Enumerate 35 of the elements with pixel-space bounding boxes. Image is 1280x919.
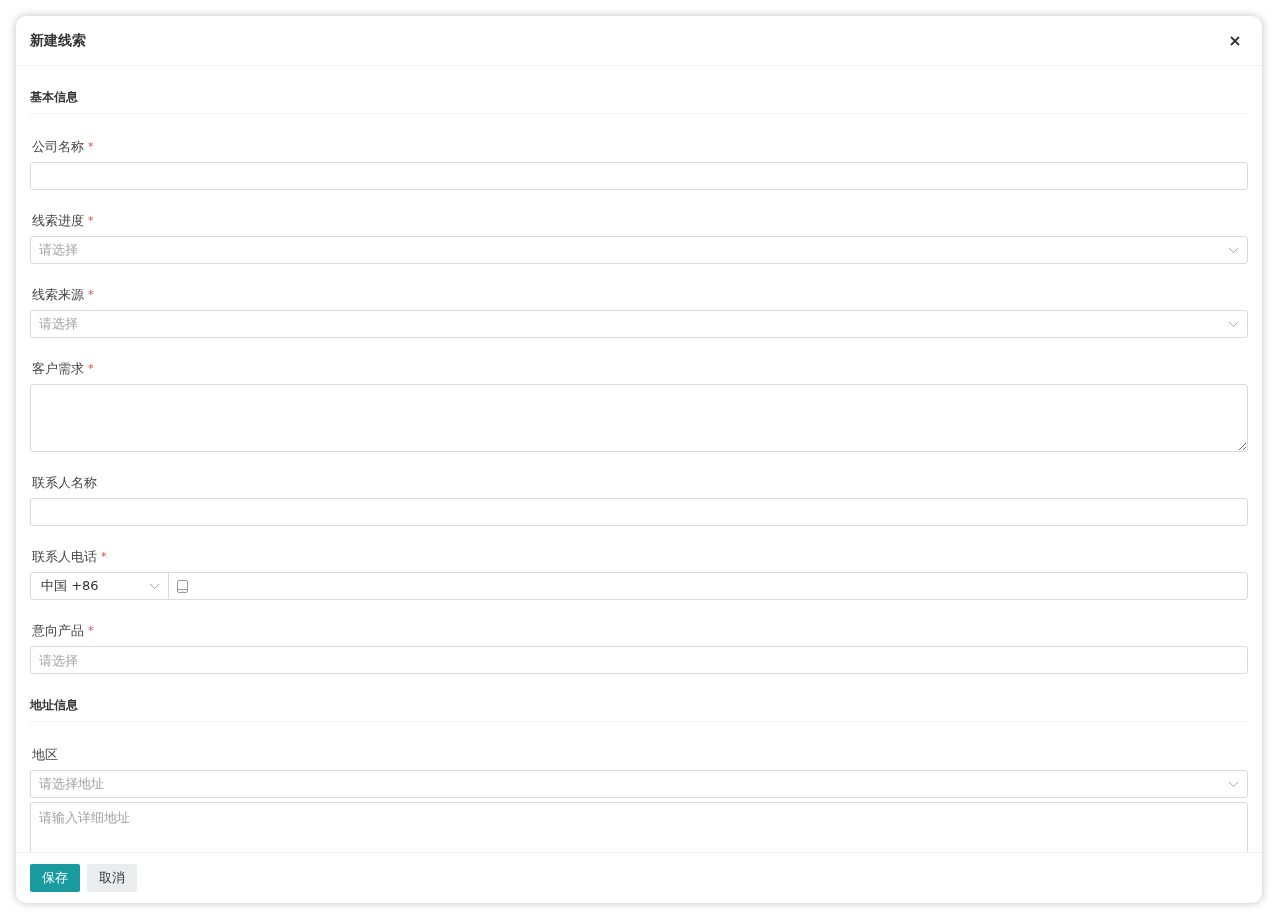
phone-icon xyxy=(177,579,188,593)
text-field[interactable]: 请选择 xyxy=(30,646,1248,674)
text-field[interactable] xyxy=(30,162,1248,190)
field-label: 联系人名称 xyxy=(32,474,97,492)
chevron-down-icon xyxy=(149,582,160,590)
chevron-down-icon xyxy=(1228,780,1239,788)
required-mark: * xyxy=(88,213,94,229)
save-button[interactable]: 保存 xyxy=(30,864,80,892)
field-label: 客户需求 xyxy=(32,360,84,378)
chevron-down-icon xyxy=(1228,320,1239,328)
required-mark: * xyxy=(88,139,94,155)
text-area[interactable] xyxy=(30,384,1248,452)
field-label: 线索进度 xyxy=(32,212,84,230)
cancel-button[interactable]: 取消 xyxy=(87,864,137,892)
close-icon[interactable] xyxy=(1228,33,1242,48)
field-label: 联系人电话 xyxy=(32,548,97,566)
text-area[interactable]: 请输入详细地址 xyxy=(30,802,1248,852)
text-field[interactable] xyxy=(30,498,1248,526)
required-mark: * xyxy=(88,287,94,303)
field-label: 意向产品 xyxy=(32,622,84,640)
field-label: 线索来源 xyxy=(32,286,84,304)
select-field[interactable]: 请选择 xyxy=(30,236,1248,264)
required-mark: * xyxy=(88,623,94,639)
select-field[interactable]: 请选择 xyxy=(30,310,1248,338)
field-label: 公司名称 xyxy=(32,138,84,156)
field-label: 地区 xyxy=(32,746,58,764)
chevron-down-icon xyxy=(1228,246,1239,254)
select-field[interactable]: 请选择地址 xyxy=(30,770,1248,798)
dialog-title: 新建线索 xyxy=(30,31,86,50)
required-mark: * xyxy=(101,549,107,565)
phone-field[interactable]: 中国 +86 xyxy=(30,572,1248,600)
section-title: 基本信息 xyxy=(30,89,78,106)
country-code-select[interactable]: 中国 +86 xyxy=(31,573,169,599)
section-title: 地址信息 xyxy=(30,697,78,714)
required-mark: * xyxy=(88,361,94,377)
